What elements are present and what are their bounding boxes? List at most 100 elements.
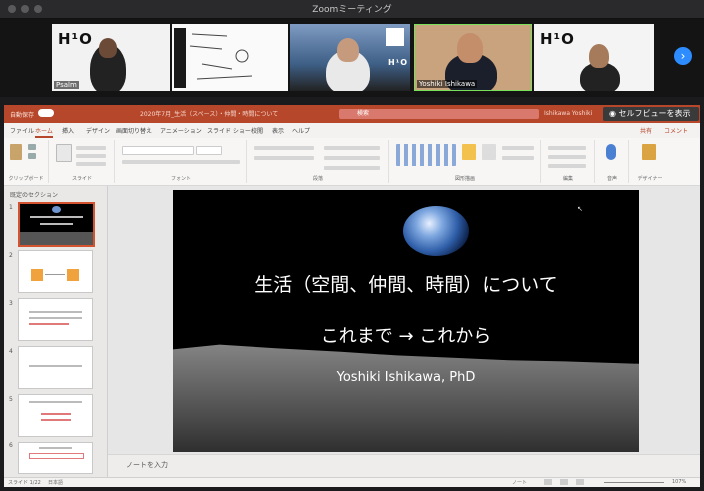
participant-label: H¹O [388,58,408,67]
window-title: Zoomミーティング [312,5,392,15]
selfview-button[interactable]: ◉ セルフビューを表示 [603,107,699,121]
tab-transitions[interactable]: 画面切り替え [116,126,152,135]
shapes-gallery[interactable] [396,144,456,166]
slide-number: 1 [9,204,13,211]
slide-subtitle[interactable]: これまで → これから [173,322,639,348]
slide-number: 3 [9,300,13,307]
ribbon-group-editing: 編集 [542,140,595,183]
sketch-drawing [174,28,253,88]
slide-title[interactable]: 生活（空間、仲間、時間）について [173,270,639,297]
participant-tile[interactable]: H¹O [290,24,410,91]
reading-view-icon[interactable] [576,479,584,485]
slide-number: 5 [9,396,13,403]
slide-counter: スライド 1/22 [8,480,41,486]
ribbon-group-label: フォント [170,176,191,182]
participant-label: H¹O [58,30,93,48]
ribbon-group-designer: デザイナー [630,140,670,183]
powerpoint-window: 自動保存 2020年7月_生活（スペース）・仲間・時間について 検索 Ishik… [4,105,700,487]
tab-help[interactable]: ヘルプ [292,126,310,135]
autosave-label: 自動保存 [10,112,35,119]
ribbon-group-label: 編集 [562,176,573,182]
font-size-select[interactable] [196,146,222,155]
notes-pane[interactable]: ノートを入力 [108,454,700,477]
camera-icon: ◉ [609,109,616,118]
zoom-slider[interactable] [604,482,664,483]
current-slide[interactable]: 生活（空間、仲間、時間）について これまで → これから Yoshiki Ish… [173,190,639,452]
ribbon-group-label: 図形描画 [454,176,475,182]
chevron-right-icon[interactable]: › [674,47,692,65]
tab-animations[interactable]: アニメーション [160,126,202,135]
slide-sorter-icon[interactable] [560,479,568,485]
participant-face [589,44,609,68]
mouse-cursor-icon: ↖ [577,205,583,213]
participant-name: Psalm [54,81,79,89]
ribbon-group-drawing: 図形描画 [390,140,541,183]
earth-image [403,206,469,256]
notes-toggle[interactable]: ノート [512,479,527,486]
slide-number: 2 [9,252,13,259]
tab-insert[interactable]: 挿入 [62,126,74,135]
ribbon-tabs: ファイル ホーム 挿入 デザイン 画面切り替え アニメーション スライド ショー… [4,123,700,139]
ribbon-group-label: スライド [71,176,92,182]
search-input[interactable]: 検索 [339,109,539,119]
autosave-toggle[interactable] [38,109,54,117]
language-indicator[interactable]: 日本語 [48,479,63,486]
arrange-icon[interactable] [462,144,476,160]
slide-editor: 生活（空間、仲間、時間）について これまで → これから Yoshiki Ish… [108,186,700,477]
quick-styles-icon[interactable] [482,144,496,160]
designer-icon[interactable] [642,144,656,160]
slide-number: 4 [9,348,13,355]
participant-face [99,38,117,58]
zoom-level[interactable]: 107% [672,479,686,485]
paste-icon[interactable] [10,144,22,160]
tab-review[interactable]: 校閲 [251,126,263,135]
ribbon-group-voice: 音声 [596,140,629,183]
tab-slideshow[interactable]: スライド ショー [207,126,251,135]
select-button[interactable] [548,164,586,168]
share-button[interactable]: 共有 [640,126,652,135]
participant-gallery: H¹O Psalm H¹O Yoshiki Ishikawa H¹O › [0,19,704,97]
ribbon-group-font: フォント [116,140,247,183]
copy-icon[interactable] [28,153,36,159]
selfview-label: セルフビューを表示 [618,109,691,118]
slide-number: 6 [9,442,13,449]
participant-tile[interactable]: H¹O [534,24,654,91]
slide-author[interactable]: Yoshiki Ishikawa, PhD [173,370,639,385]
ribbon-group-label: クリップボード [8,176,44,182]
microphone-icon[interactable] [606,144,616,160]
tab-design[interactable]: デザイン [86,126,110,135]
cut-icon[interactable] [28,144,36,150]
moon-surface-image [173,344,639,452]
comment-button[interactable]: コメント [664,126,688,135]
user-name: Ishikawa Yoshiki [544,110,593,117]
participant-label: H¹O [540,30,575,48]
participant-face [337,38,359,62]
new-slide-icon[interactable] [56,144,72,162]
participant-tile[interactable] [172,24,288,91]
find-button[interactable] [548,146,586,150]
tab-file[interactable]: ファイル [10,126,34,135]
slide-thumbnail[interactable] [18,250,93,293]
qr-code-icon [386,28,404,46]
slide-thumbnail[interactable] [18,394,93,437]
font-family-select[interactable] [122,146,194,155]
normal-view-icon[interactable] [544,479,552,485]
ribbon-group-label: デザイナー [637,176,663,182]
tab-view[interactable]: 表示 [272,126,284,135]
ribbon-group-clipboard: クリップボード [4,140,49,183]
slide-thumbnail[interactable] [18,202,95,247]
ribbon-group-slides: スライド [50,140,115,183]
participant-name: Yoshiki Ishikawa [417,80,478,88]
participant-tile-active[interactable]: Yoshiki Ishikawa [414,24,532,91]
tab-home[interactable]: ホーム [35,126,53,138]
participant-face [457,33,483,63]
replace-button[interactable] [548,155,586,159]
slide-thumbnail[interactable] [18,442,93,474]
ribbon-group-label: 段落 [312,176,323,182]
ribbon-toolbar: クリップボード スライド フォント 段落 図形描画 編集 音声 デザイナー [4,138,700,186]
participant-tile[interactable]: H¹O Psalm [52,24,170,91]
slide-thumbnail-panel: 既定のセクション 1 2 3 4 5 6 [4,186,108,477]
slide-thumbnail[interactable] [18,346,93,389]
powerpoint-title-bar: 自動保存 2020年7月_生活（スペース）・仲間・時間について 検索 Ishik… [4,105,700,123]
slide-thumbnail[interactable] [18,298,93,341]
